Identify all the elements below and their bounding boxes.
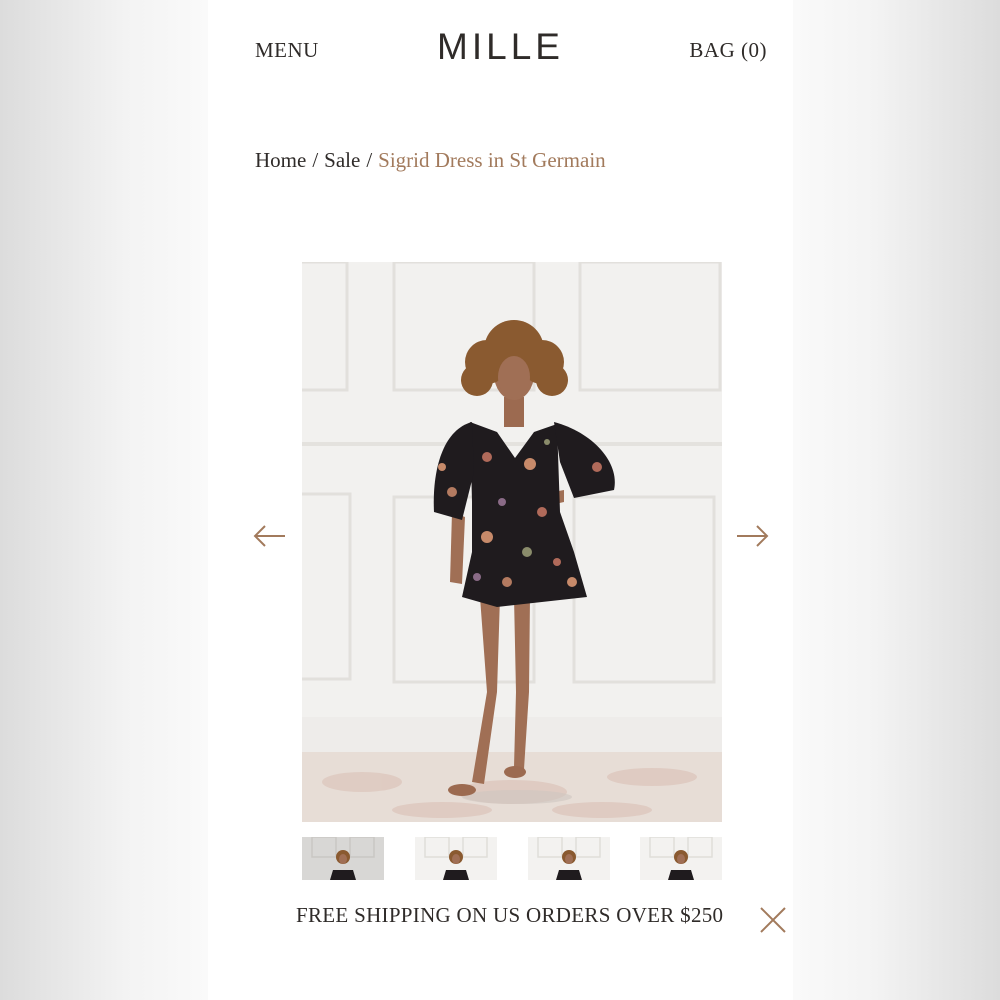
thumbnail-photo	[528, 837, 610, 880]
breadcrumb-separator: /	[366, 148, 373, 172]
thumbnail-photo	[640, 837, 722, 880]
breadcrumb-sale-link[interactable]: Sale	[324, 148, 360, 172]
promo-banner-text: FREE SHIPPING ON US ORDERS OVER $250	[296, 903, 724, 927]
promo-close-button[interactable]	[759, 906, 787, 934]
previous-image-button[interactable]	[252, 520, 288, 552]
thumbnail-photo	[302, 837, 384, 880]
breadcrumb-current: Sigrid Dress in St Germain	[378, 148, 606, 172]
breadcrumb: Home / Sale / Sigrid Dress in St Germain	[255, 148, 606, 173]
arrow-right-icon	[737, 525, 769, 547]
thumbnail-strip	[302, 837, 722, 880]
next-image-button[interactable]	[734, 520, 770, 552]
product-image[interactable]	[302, 262, 722, 822]
arrow-left-icon	[253, 525, 285, 547]
product-photo	[302, 262, 722, 822]
breadcrumb-separator: /	[312, 148, 319, 172]
backdrop-right	[793, 0, 1000, 1000]
thumbnail-2[interactable]	[415, 837, 497, 880]
thumbnail-4[interactable]	[640, 837, 722, 880]
mobile-screen: MENU MILLE BAG (0) Home / Sale / Sigrid Dres…	[208, 0, 793, 1000]
thumbnail-3[interactable]	[528, 837, 610, 880]
backdrop-left	[0, 0, 208, 1000]
thumbnail-1[interactable]	[302, 837, 384, 880]
breadcrumb-home-link[interactable]: Home	[255, 148, 306, 172]
thumbnail-photo	[415, 837, 497, 880]
bag-button[interactable]: BAG (0)	[689, 38, 767, 63]
close-icon	[760, 907, 786, 933]
